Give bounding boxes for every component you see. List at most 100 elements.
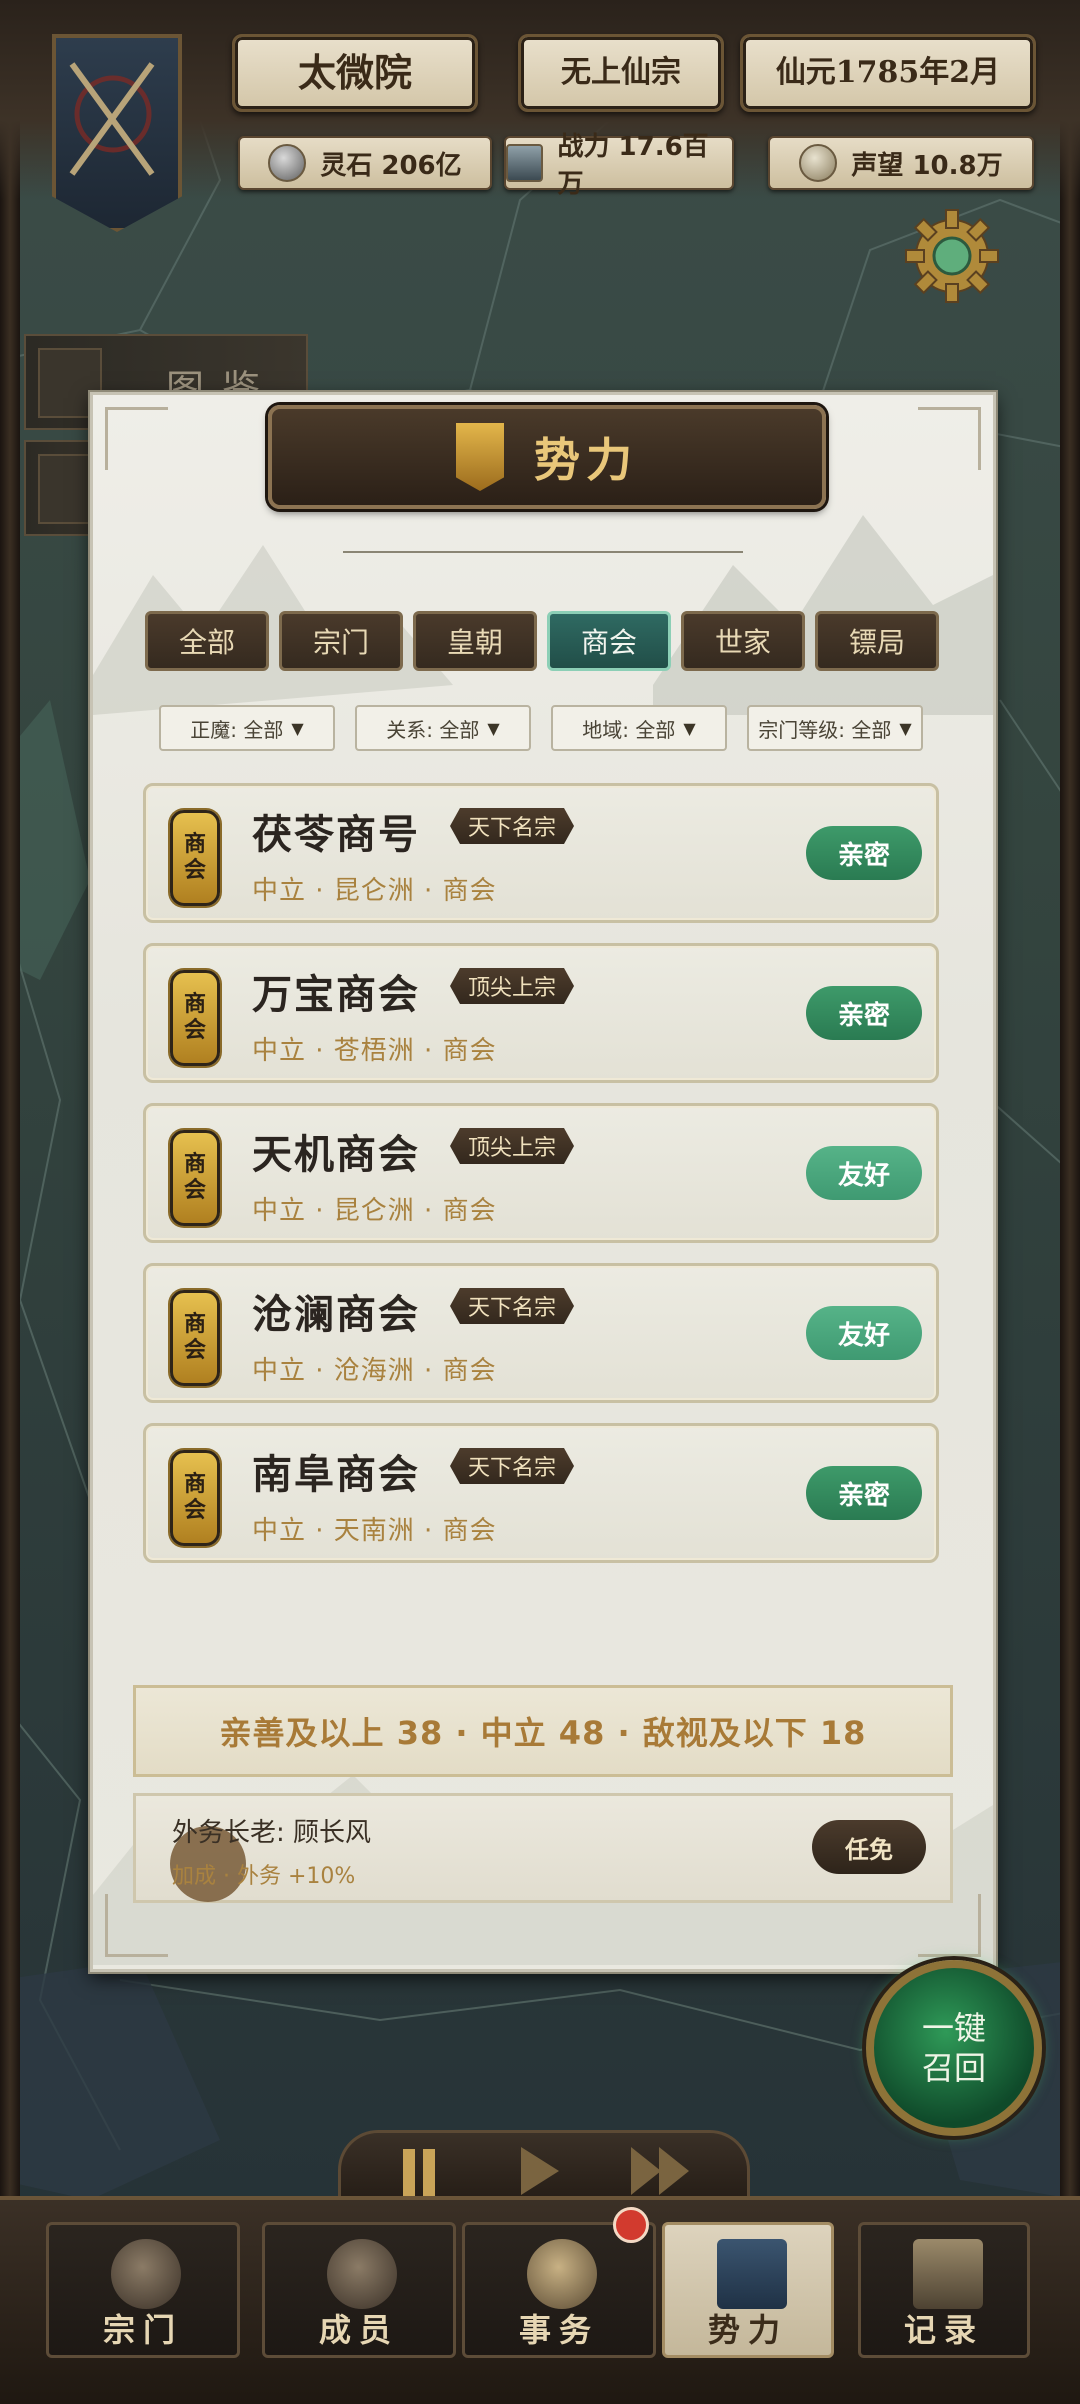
faction-name: 天机商会 (252, 1132, 420, 1178)
panel-corner-ornament (105, 1894, 168, 1957)
fast-forward-icon (631, 2147, 661, 2195)
relation-badge[interactable]: 友好 (806, 1306, 922, 1360)
faction-meta: 中立 · 昆仑洲 · 商会 (252, 1196, 497, 1226)
panel-title: 势力 (534, 433, 638, 487)
faction-name: 茯苓商号 (252, 812, 420, 858)
faction-banner-icon (456, 423, 504, 491)
frame-left-border (0, 0, 20, 2400)
faction-card[interactable]: 商会 万宝商会 顶尖上宗 中立 · 苍梧洲 · 商会 亲密 (143, 943, 939, 1083)
relation-badge[interactable]: 亲密 (806, 986, 922, 1040)
faction-card[interactable]: 商会 茯苓商号 天下名宗 中立 · 昆仑洲 · 商会 亲密 (143, 783, 939, 923)
elder-label: 外务长老: 顾长风 (172, 1818, 372, 1848)
appoint-button[interactable]: 任免 (812, 1820, 926, 1874)
guild-seal-badge: 商会 (170, 1450, 220, 1546)
filter-sect-level[interactable]: 宗门等级: 全部 ▼ (747, 705, 923, 751)
nav-factions[interactable]: 势力 (662, 2222, 834, 2358)
panel-corner-ornament (918, 1894, 981, 1957)
filter-alignment-label: 正魔: 全部 (190, 717, 284, 742)
panel-title-plate: 势力 (268, 405, 826, 509)
seal-char: 会 (183, 1018, 206, 1043)
seal-char: 商 (183, 1472, 206, 1497)
faction-banner-icon (717, 2239, 787, 2309)
nav-members[interactable]: 成员 (262, 2222, 456, 2358)
nav-label: 成员 (318, 2311, 399, 2349)
pause-icon-bar (423, 2149, 435, 2197)
nav-records[interactable]: 记录 (858, 2222, 1030, 2358)
nav-sect[interactable]: 宗门 (46, 2222, 240, 2358)
faction-rank-badge: 天下名宗 (450, 808, 574, 844)
faction-meta: 中立 · 天南洲 · 商会 (252, 1516, 497, 1546)
faction-card[interactable]: 商会 天机商会 顶尖上宗 中立 · 昆仑洲 · 商会 友好 (143, 1103, 939, 1243)
guild-seal-badge: 商会 (170, 970, 220, 1066)
faction-rank-badge: 顶尖上宗 (450, 1128, 574, 1164)
dropdown-caret-icon: ▼ (291, 718, 304, 738)
faction-card[interactable]: 商会 沧澜商会 天下名宗 中立 · 沧海洲 · 商会 友好 (143, 1263, 939, 1403)
seal-char: 商 (183, 992, 206, 1017)
power-trident-icon (506, 144, 544, 182)
tab-sect[interactable]: 宗门 (279, 611, 403, 671)
nav-label: 记录 (903, 2311, 984, 2349)
recall-all-button[interactable]: 一键 召回 (866, 1960, 1042, 2136)
seal-char: 会 (183, 1498, 206, 1523)
guild-seal-badge: 商会 (170, 1130, 220, 1226)
filter-relation-label: 关系: 全部 (386, 717, 480, 742)
filter-region-label: 地域: 全部 (582, 717, 676, 742)
spirit-stone-stat: 灵石 206亿 (238, 136, 492, 190)
faction-name: 万宝商会 (252, 972, 420, 1018)
spirit-stone-text: 灵石 206亿 (320, 150, 462, 181)
filter-alignment[interactable]: 正魔: 全部 ▼ (159, 705, 335, 751)
faction-card[interactable]: 商会 南阜商会 天下名宗 中立 · 天南洲 · 商会 亲密 (143, 1423, 939, 1563)
faction-rank-badge: 天下名宗 (450, 1288, 574, 1324)
gear-icon (905, 209, 999, 303)
relation-badge[interactable]: 亲密 (806, 826, 922, 880)
seal-char: 商 (183, 1312, 206, 1337)
nav-label: 宗门 (102, 2311, 183, 2349)
settings-button[interactable] (902, 206, 1002, 306)
power-stat: 战力 17.6百万 (504, 132, 734, 199)
tab-dynasty[interactable]: 皇朝 (413, 611, 537, 671)
recall-line2: 召回 (921, 2049, 986, 2087)
bottom-nav: 宗门 成员 事务 势力 记录 (0, 2196, 1080, 2404)
faction-rank-badge: 天下名宗 (450, 1448, 574, 1484)
sect-name-plate[interactable]: 太微院 (232, 34, 478, 112)
sect-banner-emblem[interactable] (38, 20, 188, 250)
relation-summary: 亲善及以上 38 · 中立 48 · 敌视及以下 18 (133, 1685, 953, 1777)
reputation-stat: 声望 10.8万 (768, 136, 1034, 190)
filter-relation[interactable]: 关系: 全部 ▼ (355, 705, 531, 751)
filter-sect-level-label: 宗门等级: 全部 (758, 717, 892, 742)
faction-rank-badge: 顶尖上宗 (450, 968, 574, 1004)
notification-dot (613, 2207, 649, 2243)
panel-corner-ornament (105, 407, 168, 470)
seal-char: 会 (183, 1178, 206, 1203)
reputation-orb-icon (799, 144, 838, 182)
seal-char: 商 (183, 1152, 206, 1177)
tab-escort[interactable]: 镖局 (815, 611, 939, 671)
faction-meta: 中立 · 昆仑洲 · 商会 (252, 876, 497, 906)
faction-meta: 中立 · 沧海洲 · 商会 (252, 1356, 497, 1386)
dropdown-caret-icon: ▼ (899, 718, 912, 738)
fast-forward-button[interactable] (631, 2147, 701, 2197)
pause-button[interactable] (399, 2145, 459, 2201)
title-divider (343, 551, 743, 553)
play-icon[interactable] (521, 2147, 559, 2195)
elder-row: 外务长老: 顾长风 加成 · 外务 +10% 任免 (133, 1793, 953, 1903)
relation-badge[interactable]: 亲密 (806, 1466, 922, 1520)
elder-bonus: 加成 · 外务 +10% (172, 1864, 356, 1889)
faction-panel: 势力 全部 宗门 皇朝 商会 世家 镖局 正魔: 全部 ▼ 关系: 全部 ▼ 地… (90, 392, 996, 1972)
relation-badge[interactable]: 友好 (806, 1146, 922, 1200)
fast-forward-icon-part (659, 2147, 689, 2195)
tab-guild[interactable]: 商会 (547, 611, 671, 671)
panel-corner-ornament (918, 407, 981, 470)
reputation-text: 声望 10.8万 (851, 150, 1003, 181)
ink-mountain-decoration-bottom (93, 1775, 993, 1965)
tab-clan[interactable]: 世家 (681, 611, 805, 671)
book-icon (913, 2239, 983, 2309)
frame-right-border (1060, 0, 1080, 2400)
nav-affairs[interactable]: 事务 (462, 2207, 656, 2358)
recall-line1: 一键 (921, 2009, 986, 2047)
tab-all[interactable]: 全部 (145, 611, 269, 671)
nav-label: 事务 (518, 2311, 599, 2349)
power-text: 战力 17.6百万 (557, 132, 709, 199)
filter-region[interactable]: 地域: 全部 ▼ (551, 705, 727, 751)
faction-name: 南阜商会 (252, 1452, 420, 1498)
